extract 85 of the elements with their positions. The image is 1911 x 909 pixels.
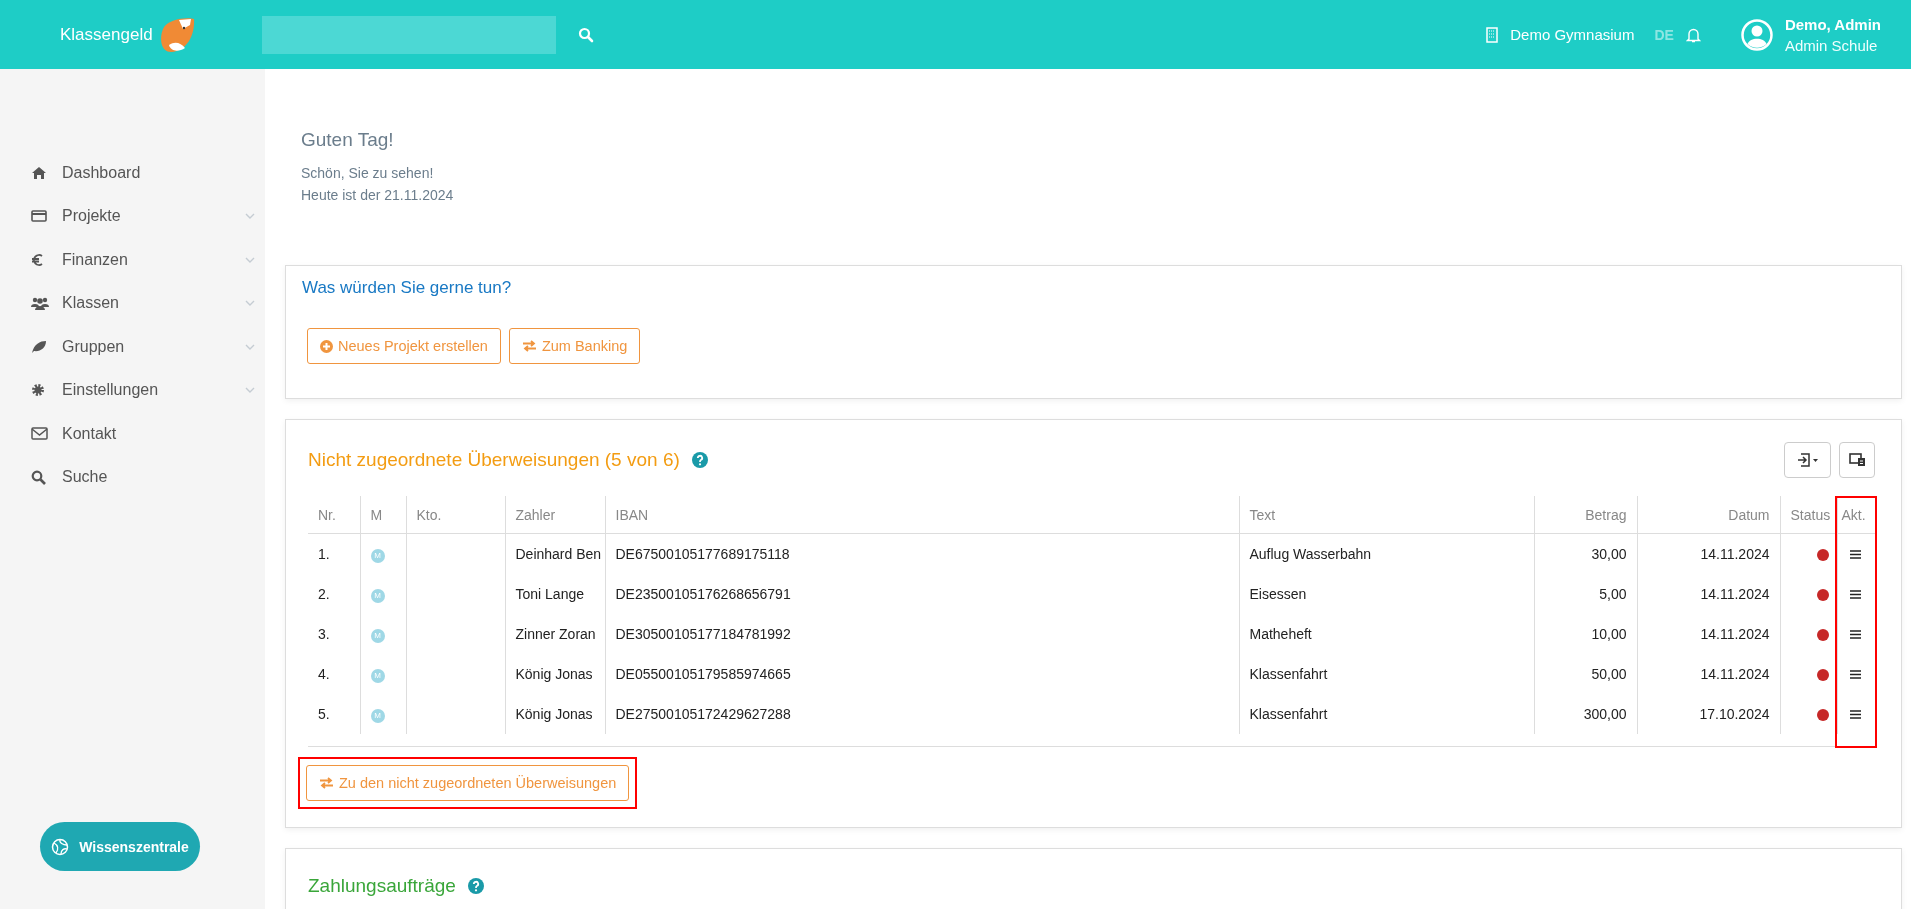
table-cell: 1. [308, 533, 360, 574]
building-icon [1486, 26, 1499, 43]
table-cell: Deinhard Ben [505, 533, 605, 574]
column-header: Datum [1637, 496, 1780, 534]
table-cell: 300,00 [1534, 694, 1637, 734]
leaf-icon [31, 339, 47, 354]
menu-icon[interactable] [1849, 630, 1861, 639]
table-cell: DE27500105172429627288 [605, 694, 1239, 734]
table-cell: Matheheft [1239, 614, 1534, 654]
table-cell: 14.11.2024 [1637, 533, 1780, 574]
card-title: Was würden Sie gerne tun? [302, 278, 513, 298]
menu-icon[interactable] [1849, 590, 1861, 599]
import-caret-icon [1796, 453, 1819, 467]
help-icon[interactable] [691, 452, 708, 468]
card-icon [31, 210, 47, 223]
import-dropdown-button[interactable] [1784, 442, 1831, 478]
sidebar-item[interactable]: Suche [0, 455, 265, 499]
table-cell: 4. [308, 654, 360, 694]
table-cell: 14.11.2024 [1637, 654, 1780, 694]
sidebar-item[interactable]: Gruppen [0, 325, 265, 369]
column-header: Betrag [1534, 496, 1637, 534]
devices-icon [1848, 453, 1866, 467]
table-cell: 5,00 [1534, 574, 1637, 614]
member-badge: M [370, 668, 385, 683]
export-button[interactable] [1839, 442, 1875, 478]
table-cell: 2. [308, 574, 360, 614]
greeting-title: Guten Tag! [301, 129, 395, 151]
table-cell: Klassenfahrt [1239, 654, 1534, 694]
table-cell: Eisessen [1239, 574, 1534, 614]
table-cell: Auflug Wasserbahn [1239, 533, 1534, 574]
sidebar-item[interactable]: Dashboard [0, 151, 265, 195]
table-cell: 30,00 [1534, 533, 1637, 574]
card-title: Zahlungsaufträge [308, 875, 456, 897]
sidebar-item[interactable]: Projekte [0, 194, 265, 238]
euro-icon [31, 252, 43, 267]
table-cell: Zinner Zoran [505, 614, 605, 654]
table-cell: 14.11.2024 [1637, 574, 1780, 614]
home-icon [31, 165, 47, 180]
menu-icon[interactable] [1849, 550, 1861, 559]
search-icon [31, 469, 46, 485]
table-cell: 17.10.2024 [1637, 694, 1780, 734]
table-cell: 14.11.2024 [1637, 614, 1780, 654]
table-cell: König Jonas [505, 654, 605, 694]
table-cell: DE23500105176268656791 [605, 574, 1239, 614]
people-icon [31, 296, 49, 310]
column-header: Status [1780, 496, 1837, 534]
globe-icon [51, 837, 70, 856]
greeting-text: Heute ist der 21.11.2024 [301, 187, 455, 203]
card-title: Nicht zugeordnete Überweisungen (5 von 6) [308, 449, 680, 471]
sidebar-item[interactable]: Kontakt [0, 412, 265, 456]
table-cell: Klassenfahrt [1239, 694, 1534, 734]
column-header: Text [1239, 496, 1534, 534]
table-cell: 5. [308, 694, 360, 734]
member-badge: M [370, 548, 385, 563]
table-cell: 3. [308, 614, 360, 654]
table-cell: König Jonas [505, 694, 605, 734]
sidebar-item[interactable]: Einstellungen [0, 368, 265, 412]
greeting-text: Schön, Sie zu sehen! [301, 165, 435, 181]
envelope-icon [31, 427, 48, 441]
sidebar-item[interactable]: Finanzen [0, 238, 265, 282]
column-header: Akt. [1837, 496, 1875, 534]
transfer-arrows-icon [521, 340, 537, 352]
transfer-arrows-icon [319, 777, 334, 789]
search-field[interactable] [262, 15, 556, 54]
member-badge: M [370, 708, 385, 723]
sidebar-item[interactable]: Klassen [0, 281, 265, 325]
member-badge: M [370, 588, 385, 603]
table-cell: 50,00 [1534, 654, 1637, 694]
settings-icon [31, 383, 45, 398]
plus-circle-icon [320, 339, 333, 353]
member-badge: M [370, 628, 385, 643]
table-cell: DE05500105179585974665 [605, 654, 1239, 694]
help-icon[interactable] [467, 878, 484, 894]
table-cell: 10,00 [1534, 614, 1637, 654]
column-header: Kto. [406, 496, 505, 534]
table-cell: DE30500105177184781992 [605, 614, 1239, 654]
table-cell: DE67500105177689175118 [605, 533, 1239, 574]
column-header: IBAN [605, 496, 1239, 534]
menu-icon[interactable] [1849, 710, 1861, 719]
column-header: Nr. [308, 496, 360, 534]
table-cell: Toni Lange [505, 574, 605, 614]
column-header: M [360, 496, 406, 534]
column-header: Zahler [505, 496, 605, 534]
menu-icon[interactable] [1849, 670, 1861, 679]
user-role: Admin Schule [1784, 36, 1879, 54]
